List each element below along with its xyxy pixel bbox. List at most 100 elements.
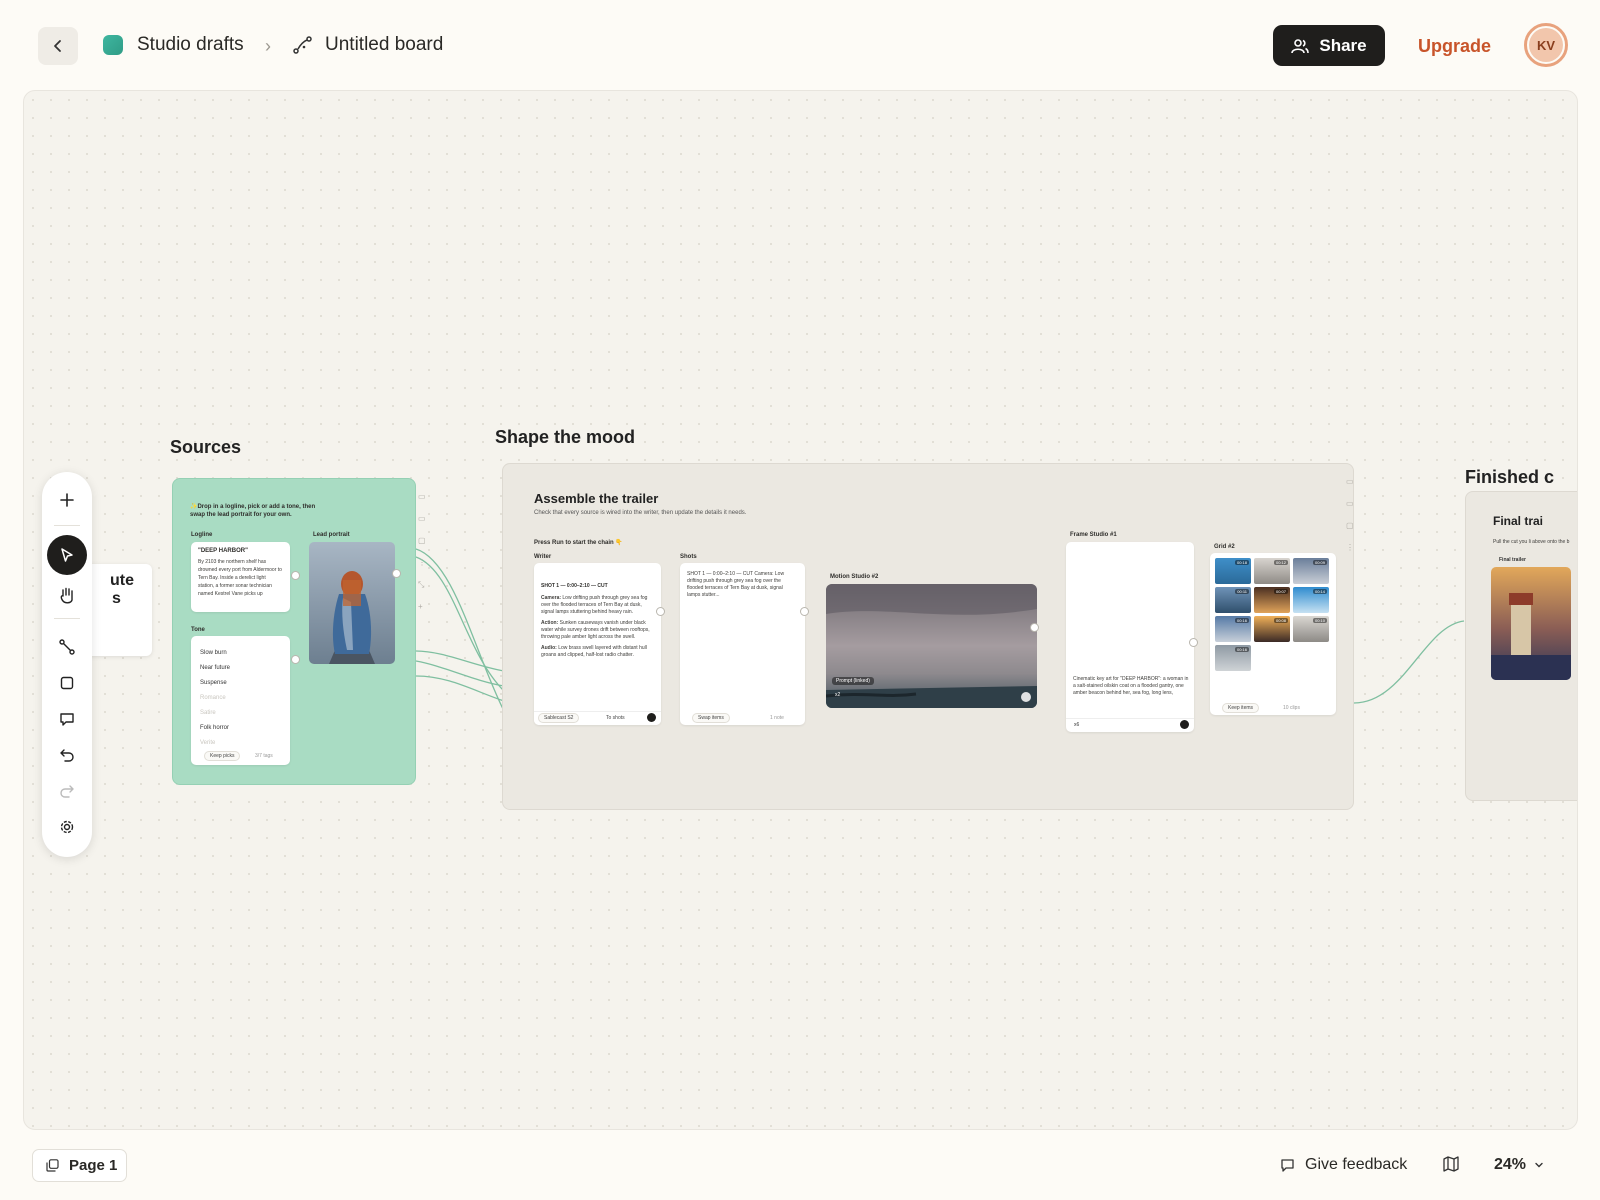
finished-title: Finished c: [1465, 467, 1555, 487]
minimap-button[interactable]: [1442, 1155, 1460, 1178]
board-canvas[interactable]: tw ute ro s Sources ✨Drop in a logline, …: [23, 90, 1578, 1130]
tone-option[interactable]: Suspense: [200, 676, 230, 691]
grid-thumbnail[interactable]: 00:14: [1293, 587, 1329, 613]
writer-output-handle[interactable]: [656, 607, 665, 616]
logline-output-handle[interactable]: [291, 571, 300, 580]
lead-portrait-image[interactable]: [309, 542, 395, 664]
flow-icon: [293, 36, 312, 54]
sources-intro: ✨Drop in a logline, pick or add a tone, …: [190, 504, 316, 518]
share-button[interactable]: Share: [1273, 25, 1385, 66]
give-feedback-button[interactable]: Give feedback: [1280, 1156, 1407, 1174]
hand-tool[interactable]: [47, 577, 87, 613]
assemble-title: Assemble the trailer: [534, 491, 659, 506]
portrait-output-handle[interactable]: [392, 569, 401, 578]
run-button[interactable]: [647, 713, 656, 722]
writer-card[interactable]: SHOT 1 — 0:00–2:10 — CUT Camera: Low dri…: [534, 563, 661, 725]
tone-output-handle[interactable]: [291, 655, 300, 664]
tone-option[interactable]: Verite: [200, 736, 230, 751]
tone-option[interactable]: Near future: [200, 661, 230, 676]
final-trailer-preview[interactable]: [1491, 567, 1571, 680]
grid-thumbnail[interactable]: 00:07: [1254, 587, 1290, 613]
grid-thumbnail[interactable]: 00:12: [1254, 558, 1290, 584]
feedback-label: Give feedback: [1305, 1156, 1408, 1173]
to-shots-select[interactable]: To shots: [606, 715, 625, 721]
mood-side-tools: ▭ ▭ ▢ ⋮: [1346, 471, 1354, 559]
text-node-icon[interactable]: ▭: [418, 486, 426, 508]
clip-duration: 00:12: [1273, 560, 1288, 565]
cursor-icon: [61, 548, 73, 562]
undo-button[interactable]: [47, 737, 87, 773]
final-trailer-label: Final trailer: [1499, 557, 1526, 563]
grid-thumbnail[interactable]: 00:18: [1215, 558, 1251, 584]
chevron-right-icon: ›: [265, 36, 271, 56]
connector-icon: [59, 639, 75, 655]
doc-node-icon[interactable]: ▢: [1346, 515, 1354, 537]
finished-group[interactable]: Final trai Pull the cut you li above ont…: [1465, 491, 1577, 801]
grid-thumbnail[interactable]: 00:09: [1293, 558, 1329, 584]
link-node-icon[interactable]: ⤡: [418, 574, 426, 596]
keep-picks-button[interactable]: Keep picks: [204, 751, 241, 761]
clip-duration: 00:14: [1312, 589, 1327, 594]
tone-list: Slow burn Near future Suspense Romance Satir…: [200, 646, 230, 751]
swap-items-button[interactable]: Swap items: [692, 713, 730, 723]
grid-card[interactable]: 00:18 00:12 00:09 00:11 00:07 00:14 00:16 00:08…: [1210, 553, 1336, 715]
redo-button[interactable]: [47, 773, 87, 809]
shots-text: SHOT 1 — 0:00–2:10 — CUT Camera: Low dri…: [687, 571, 785, 598]
tone-card[interactable]: Slow burn Near future Suspense Romance Satir…: [191, 636, 290, 765]
mood-group[interactable]: Assemble the trailer Check that every so…: [502, 463, 1354, 810]
grid-thumbnail[interactable]: 00:16: [1215, 645, 1251, 671]
audio-node-icon[interactable]: ⋮: [1346, 537, 1354, 559]
upgrade-link[interactable]: Upgrade: [1418, 36, 1491, 57]
audio-node-icon[interactable]: ⋮: [418, 552, 426, 574]
frame-card[interactable]: Cinematic key art for "DEEP HARBOR": a w…: [1066, 542, 1194, 732]
tone-label: Tone: [191, 627, 205, 633]
page-label: Page 1: [69, 1157, 118, 1174]
chevron-down-icon: [1535, 1162, 1543, 1168]
breadcrumb-board[interactable]: Untitled board: [293, 34, 443, 56]
prompt-linked-tag: Prompt (linked): [832, 677, 874, 685]
grid-thumbnail[interactable]: 00:08: [1254, 616, 1290, 642]
zoom-control[interactable]: 24%: [1494, 1156, 1544, 1174]
logline-card[interactable]: "DEEP HARBOR" By 2103 the northern shelf…: [191, 542, 290, 612]
portrait-label: Lead portrait: [313, 532, 350, 538]
grid-thumbnail[interactable]: 00:16: [1215, 616, 1251, 642]
shots-card[interactable]: SHOT 1 — 0:00–2:10 — CUT Camera: Low dri…: [680, 563, 805, 725]
shots-output-handle[interactable]: [800, 607, 809, 616]
frame-output-handle[interactable]: [1189, 638, 1198, 647]
keep-items-button[interactable]: Keep items: [1222, 703, 1260, 713]
sources-group[interactable]: ✨Drop in a logline, pick or add a tone, …: [172, 478, 416, 785]
text-node-icon[interactable]: ▭: [1346, 471, 1354, 493]
writer-model-select[interactable]: Sablecast S2: [538, 713, 580, 723]
add-button[interactable]: [47, 482, 87, 518]
motion-run-button[interactable]: [1021, 692, 1031, 702]
frame-prompt-text: Cinematic key art for "DEEP HARBOR": a w…: [1073, 676, 1189, 696]
avatar[interactable]: KV: [1524, 23, 1568, 67]
clip-duration: 00:16: [1234, 647, 1249, 652]
settings-tool[interactable]: [47, 809, 87, 845]
tone-option[interactable]: Slow burn: [200, 646, 230, 661]
breadcrumb-project[interactable]: Studio drafts: [103, 34, 244, 56]
grid-thumbnail[interactable]: 00:11: [1215, 587, 1251, 613]
back-button[interactable]: [38, 27, 78, 65]
comment-tool[interactable]: [47, 701, 87, 737]
zoom-label: 24%: [1494, 1156, 1527, 1173]
tone-option[interactable]: Satire: [200, 706, 230, 721]
clip-duration: 00:08: [1273, 618, 1288, 623]
select-tool[interactable]: [47, 535, 87, 575]
doc-node-icon[interactable]: ▢: [418, 530, 426, 552]
video-node-icon[interactable]: ▭: [1346, 493, 1354, 515]
tone-option[interactable]: Folk horror: [200, 721, 230, 736]
video-node-icon[interactable]: ▭: [418, 508, 426, 530]
clip-duration: 00:11: [1235, 589, 1249, 594]
writer-action-label: Action:: [541, 620, 559, 626]
connector-tool[interactable]: [47, 629, 87, 665]
shape-tool[interactable]: [47, 665, 87, 701]
page-selector[interactable]: Page 1: [32, 1149, 127, 1182]
tone-option[interactable]: Romance: [200, 691, 230, 706]
grid-thumbnail[interactable]: 00:10: [1293, 616, 1329, 642]
motion-output-handle[interactable]: [1030, 623, 1039, 632]
frame-run-button[interactable]: [1180, 720, 1189, 729]
motion-preview[interactable]: Prompt (linked) x2: [826, 584, 1037, 708]
sources-side-tools: ▭ ▭ ▢ ⋮ ⤡ +: [418, 486, 426, 618]
add-node-icon[interactable]: +: [418, 596, 426, 618]
